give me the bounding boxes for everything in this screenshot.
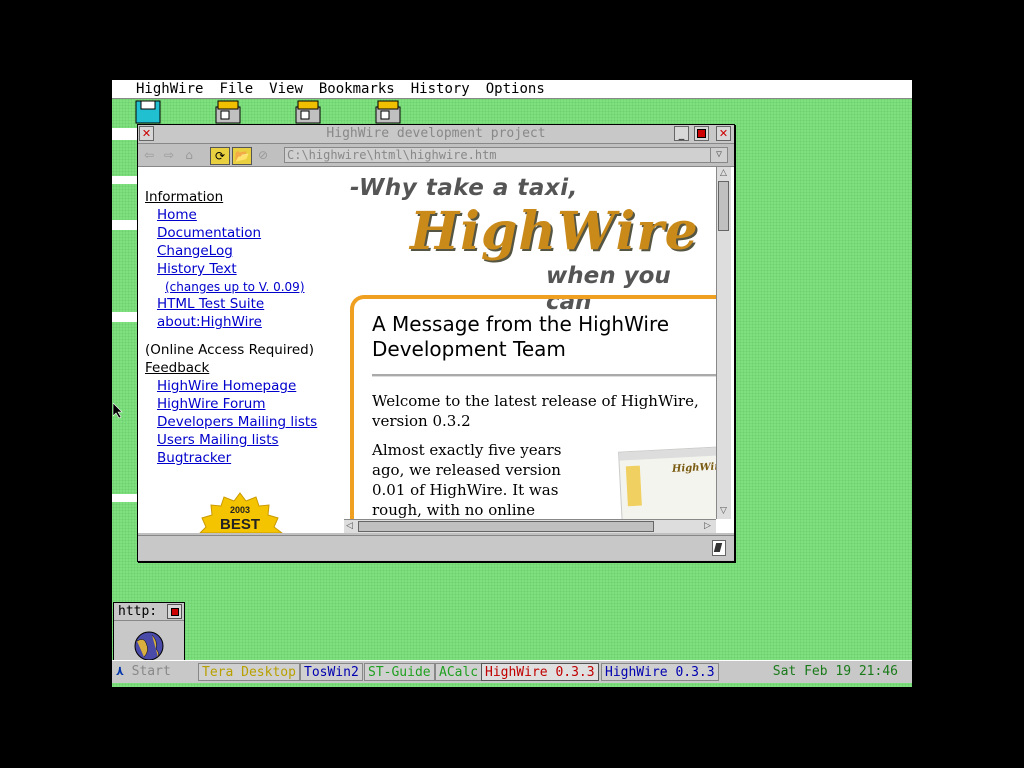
clock: Sat Feb 19 21:46 [772,664,898,679]
scroll-up-icon[interactable]: △ [720,168,727,178]
menu-view[interactable]: View [269,80,303,98]
window-title: HighWire development project [326,126,546,141]
horizontal-scrollbar[interactable]: ◁ ▷ [344,519,716,533]
navigation-frame: Information Home Documentation ChangeLog… [138,167,344,533]
stop-icon[interactable]: ⊘ [254,147,272,163]
banner-tagline-1: -Why take a taxi, [350,175,578,201]
close-window-icon[interactable]: ✕ [716,126,731,141]
menu-highwire[interactable]: HighWire [136,80,203,98]
browser-window: ✕ HighWire development project _ ✕ ⇦ ⇨ ⌂… [137,124,735,562]
scroll-down-icon[interactable]: ▽ [720,506,727,516]
award-badge: 2003 BEST [199,492,283,533]
browser-toolbar: ⇦ ⇨ ⌂ ⟳ 📂 ⊘ C:\highwire\html\highwire.ht… [138,144,734,167]
screenshot-thumbnail: HighWire [618,446,716,519]
main-frame: -Why take a taxi, HighWire when you can … [344,167,716,519]
scroll-right-icon[interactable]: ▷ [704,521,711,531]
drive-icon[interactable] [372,99,402,125]
desktop-icon-label [112,128,138,140]
menu-history[interactable]: History [411,80,470,98]
nav-link-bugtracker[interactable]: Bugtracker [157,450,231,466]
menu-bar: HighWire File View Bookmarks History Opt… [112,80,912,99]
task-st-guide[interactable]: ST-Guide [364,663,435,681]
nav-link-home[interactable]: Home [157,207,197,223]
banner-logo: HighWire [410,201,699,262]
scroll-left-icon[interactable]: ◁ [346,521,353,531]
http-window-title-text: http: [118,604,158,619]
nav-link-about[interactable]: about:HighWire [157,314,262,330]
nav-link-history-sub[interactable]: (changes up to V. 0.09) [165,280,305,294]
nav-link-html-test-suite[interactable]: HTML Test Suite [157,296,264,312]
divider [372,374,716,377]
desktop: HighWire File View Bookmarks History Opt… [112,80,912,687]
nav-link-user-lists[interactable]: Users Mailing lists [157,432,279,448]
task-tera-desktop[interactable]: Tera Desktop [198,663,300,681]
nav-link-history-text[interactable]: History Text [157,261,237,277]
desktop-icon-label [112,176,138,184]
intro-paragraph: Almost exactly five years ago, we releas… [372,441,562,519]
vertical-scrollbar[interactable]: △ ▽ [716,167,731,519]
nav-link-documentation[interactable]: Documentation [157,225,261,241]
forward-icon[interactable]: ⇨ [160,147,178,163]
taskbar: ⋏ Start Tera Desktop TosWin2 ST-Guide AC… [112,660,912,683]
thumbnail-logo: HighWire [671,461,716,475]
globe-icon[interactable] [132,629,166,663]
vertical-scroll-thumb[interactable] [718,181,729,231]
desktop-icon-label [112,312,138,322]
start-icon: ⋏ [116,664,124,679]
desktop-icon-label [112,220,138,230]
menu-options[interactable]: Options [486,80,545,98]
desktop-icon-label [112,494,138,502]
menu-bookmarks[interactable]: Bookmarks [319,80,395,98]
drive-icon[interactable] [292,99,322,125]
page-content: Information Home Documentation ChangeLog… [138,167,734,533]
horizontal-scroll-thumb[interactable] [358,521,654,532]
back-icon[interactable]: ⇦ [140,147,158,163]
status-bar [138,535,734,560]
message-title: A Message from the HighWire Development … [372,312,670,361]
nav-link-forum[interactable]: HighWire Forum [157,396,265,412]
online-required-note: (Online Access Required) [145,342,314,358]
nav-heading-feedback[interactable]: Feedback [145,360,209,376]
iconify-icon[interactable]: _ [674,126,689,141]
reload-icon[interactable]: ⟳ [210,147,230,165]
award-text: BEST [220,516,260,533]
start-label: Start [131,664,171,679]
resize-handle-icon[interactable] [712,540,726,556]
nav-link-homepage[interactable]: HighWire Homepage [157,378,296,394]
window-titlebar[interactable]: ✕ HighWire development project _ ✕ [138,125,734,144]
task-acalc[interactable]: ACalc [435,663,483,681]
floppy-disk-icon[interactable] [134,99,164,125]
mouse-pointer-icon [113,403,123,419]
task-toswin2[interactable]: TosWin2 [300,663,363,681]
menu-file[interactable]: File [219,80,253,98]
fulled-icon[interactable] [167,604,182,619]
url-input[interactable]: C:\highwire\html\highwire.htm [284,147,712,163]
open-folder-icon[interactable]: 📂 [232,147,252,165]
drive-icon[interactable] [212,99,242,125]
fulled-icon[interactable] [694,126,709,141]
start-button[interactable]: ⋏ Start [116,664,171,680]
welcome-paragraph: Welcome to the latest release of HighWir… [372,392,699,430]
nav-link-changelog[interactable]: ChangeLog [157,243,233,259]
task-highwire-active[interactable]: HighWire 0.3.3 [481,663,599,681]
nav-link-dev-lists[interactable]: Developers Mailing lists [157,414,317,430]
task-highwire[interactable]: HighWire 0.3.3 [601,663,719,681]
http-window-title[interactable]: http: [114,603,184,621]
home-icon[interactable]: ⌂ [180,147,198,163]
award-year: 2003 [230,505,250,515]
nav-heading-information[interactable]: Information [145,189,223,205]
url-dropdown-icon[interactable]: ▽ [710,147,728,163]
